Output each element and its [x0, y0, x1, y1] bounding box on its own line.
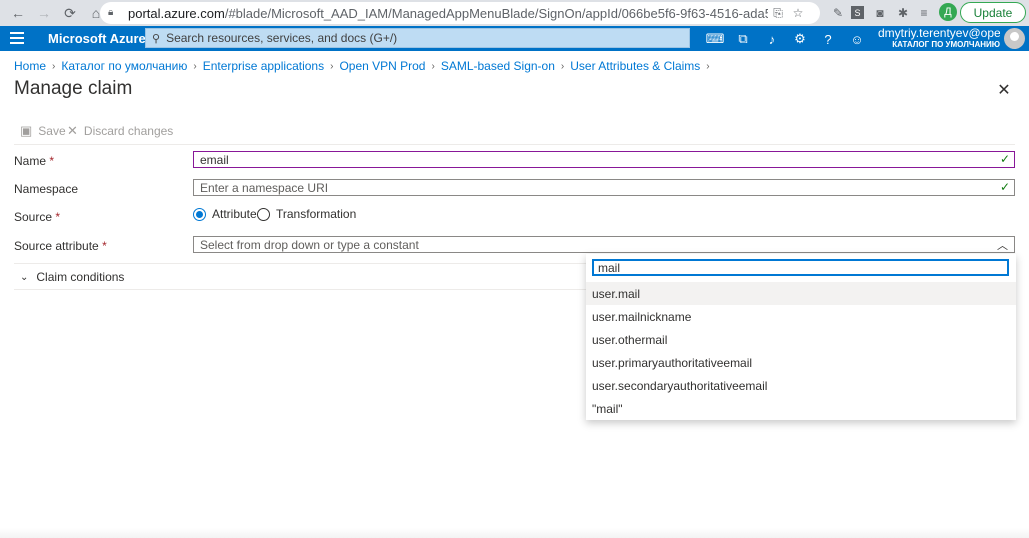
name-input[interactable]: email ✓ — [193, 151, 1015, 168]
dropdown-filter-input[interactable]: mail — [592, 259, 1009, 276]
breadcrumb-home[interactable]: Home — [14, 59, 46, 73]
dropdown-option[interactable]: user.othermail — [586, 328, 1016, 351]
translate-icon[interactable]: ⎘ — [768, 4, 788, 22]
breadcrumb-default-directory[interactable]: Каталог по умолчанию — [61, 59, 187, 73]
url-text: portal.azure.com/#blade/Microsoft_AAD_IA… — [128, 5, 768, 21]
namespace-label: Namespace — [14, 182, 79, 196]
dropdown-option[interactable]: user.mail — [586, 282, 1016, 305]
radio-selected-icon — [193, 207, 206, 221]
dropdown-option[interactable]: user.secondaryauthoritativeemail — [586, 374, 1016, 397]
section-divider — [14, 289, 586, 290]
address-bar[interactable]: 🔒︎ portal.azure.com/#blade/Microsoft_AAD… — [100, 2, 820, 24]
cloud-shell-icon[interactable]: ⌨ — [704, 29, 726, 49]
valid-check-icon: ✓ — [999, 180, 1010, 194]
notifications-bell-icon[interactable]: ♪ — [761, 29, 783, 49]
page-bottom-edge — [0, 528, 1029, 538]
name-label: Name * — [14, 154, 55, 168]
account-menu[interactable]: dmytriy.terentyev@ope... КАТАЛОГ ПО УМОЛ… — [878, 27, 1000, 50]
source-label: Source * — [14, 210, 61, 224]
source-attribute-combobox[interactable]: Select from drop down or type a constant… — [193, 236, 1015, 253]
dropdown-option[interactable]: user.primaryauthoritativeemail — [586, 351, 1016, 374]
discard-x-icon: ✕ — [67, 123, 78, 138]
chevron-up-icon[interactable]: ︿ — [997, 237, 1008, 253]
breadcrumb: Home › Каталог по умолчанию › Enterprise… — [14, 59, 716, 73]
media-icon[interactable]: ≡ — [914, 3, 934, 23]
help-question-icon[interactable]: ? — [817, 29, 839, 49]
dropdown-option[interactable]: "mail" — [586, 397, 1016, 420]
directory-filter-icon[interactable]: ⧉ — [732, 29, 754, 49]
chevron-right-icon: › — [431, 60, 435, 72]
close-icon[interactable]: ✕ — [994, 80, 1014, 100]
azure-top-bar: Microsoft Azure ⚲ Search resources, serv… — [0, 26, 1029, 51]
forward-icon[interactable]: → — [32, 3, 56, 23]
breadcrumb-open-vpn-prod[interactable]: Open VPN Prod — [339, 59, 425, 73]
puzzle-extensions-icon[interactable]: ✱ — [893, 3, 913, 23]
section-divider — [14, 263, 586, 264]
save-button[interactable]: ▣ Save — [20, 123, 66, 139]
chevron-right-icon: › — [560, 60, 565, 72]
search-icon: ⚲ — [152, 32, 161, 45]
global-search-input[interactable]: ⚲ Search resources, services, and docs (… — [145, 28, 690, 48]
chevron-right-icon: › — [52, 60, 56, 72]
chevron-right-icon: › — [193, 60, 197, 72]
source-attribute-radio[interactable]: Attribute — [193, 207, 257, 221]
valid-check-icon: ✓ — [999, 152, 1010, 166]
dropdown-option[interactable]: user.mailnickname — [586, 305, 1016, 328]
reload-icon[interactable]: ⟳ — [58, 3, 82, 23]
breadcrumb-saml-sign-on[interactable]: SAML-based Sign-on — [441, 59, 555, 73]
namespace-input[interactable]: Enter a namespace URI ✓ — [193, 179, 1015, 196]
lock-icon: 🔒︎ — [108, 7, 114, 18]
source-attribute-dropdown: mail user.mail user.mailnickname user.ot… — [586, 254, 1016, 420]
update-button[interactable]: Update — [960, 2, 1026, 23]
browser-toolbar: ← → ⟳ ⌂ 🔒︎ portal.azure.com/#blade/Micro… — [0, 0, 1029, 26]
claim-conditions-toggle[interactable]: ⌄ Claim conditions — [20, 270, 124, 284]
breadcrumb-user-attributes-claims[interactable]: User Attributes & Claims — [570, 59, 700, 73]
page-title: Manage claim — [14, 78, 133, 99]
radio-empty-icon — [257, 207, 270, 221]
chevron-down-icon: ⌄ — [20, 271, 29, 283]
s-extension-icon[interactable]: S — [851, 6, 864, 19]
portal-menu-icon[interactable] — [10, 32, 24, 44]
azure-brand[interactable]: Microsoft Azure — [48, 31, 146, 46]
camera-extension-icon[interactable]: ◙ — [870, 3, 890, 23]
user-avatar[interactable] — [1004, 28, 1025, 49]
chevron-right-icon: › — [330, 60, 334, 72]
pen-extension-icon[interactable]: ✎ — [828, 3, 848, 23]
save-disk-icon: ▣ — [20, 123, 33, 138]
source-attribute-label: Source attribute * — [14, 239, 107, 253]
chevron-right-icon: › — [706, 60, 710, 72]
toolbar-divider — [14, 144, 1015, 145]
discard-changes-button[interactable]: ✕ Discard changes — [67, 123, 173, 139]
back-icon[interactable]: ← — [6, 3, 30, 23]
source-transformation-radio[interactable]: Transformation — [257, 207, 356, 221]
feedback-smiley-icon[interactable]: ☺ — [846, 29, 868, 49]
breadcrumb-enterprise-applications[interactable]: Enterprise applications — [203, 59, 324, 73]
bookmark-star-icon[interactable]: ☆ — [788, 4, 808, 22]
profile-avatar[interactable]: Д — [939, 3, 957, 21]
settings-gear-icon[interactable]: ⚙ — [789, 29, 811, 49]
